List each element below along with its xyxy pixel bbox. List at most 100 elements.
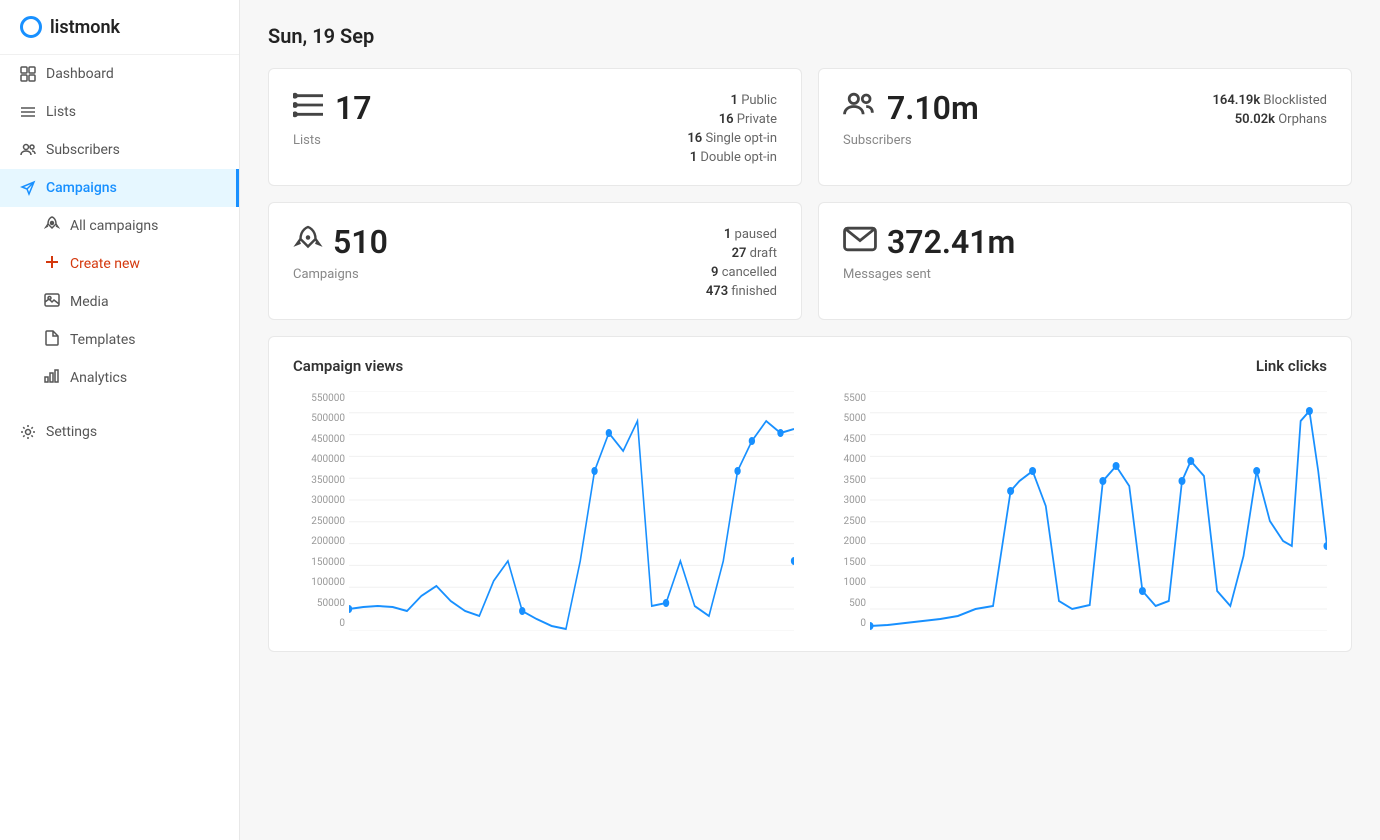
lists-stat-label: Lists: [293, 133, 372, 148]
link-clicks-chart: 5500 5000 4500 4000 3500 3000 2500 2000 …: [826, 391, 1327, 631]
bar-chart-icon: [44, 368, 60, 388]
sidebar-sub-item-media-label: Media: [70, 294, 109, 310]
logo-icon: [20, 16, 42, 38]
campaigns-stat-label: Campaigns: [293, 267, 388, 282]
lists-stat-details: 1 Public 16 Private 16 Single opt-in 1 D…: [687, 89, 777, 165]
lists-stat-value: 17: [335, 89, 372, 127]
campaigns-detail-3: 473 finished: [706, 284, 777, 299]
subscribers-stat-card: 7.10m Subscribers 164.19k Blocklisted 50…: [818, 68, 1352, 186]
sidebar-sub-item-templates[interactable]: Templates: [0, 321, 239, 359]
campaigns-stat-card: 510 Campaigns 1 paused 27 draft 9 cancel…: [268, 202, 802, 320]
charts-grid: 550000 500000 450000 400000 350000 30000…: [293, 391, 1327, 631]
subscribers-detail-1: 50.02k Orphans: [1212, 112, 1327, 127]
lists-detail-1: 16 Private: [687, 112, 777, 127]
clicks-y-0: 0: [826, 618, 866, 629]
clicks-y-4000: 4000: [826, 454, 866, 465]
sidebar-sub-item-media[interactable]: Media: [0, 283, 239, 321]
file-icon: [44, 330, 60, 350]
main-content: Sun, 19 Sep 17: [240, 0, 1380, 840]
clicks-y-5000: 5000: [826, 413, 866, 424]
sidebar-item-settings-label: Settings: [46, 424, 97, 440]
send-icon: [20, 180, 36, 196]
clicks-y-1000: 1000: [826, 577, 866, 588]
campaign-views-title: Campaign views: [293, 357, 403, 375]
campaigns-detail-0: 1 paused: [706, 227, 777, 242]
subscribers-stat-label: Subscribers: [843, 133, 979, 148]
subscribers-stat-value: 7.10m: [887, 89, 979, 127]
clicks-y-1500: 1500: [826, 557, 866, 568]
campaigns-stat-value: 510: [333, 223, 388, 261]
sidebar-item-settings[interactable]: Settings: [0, 413, 239, 451]
sidebar: listmonk Dashboard: [0, 0, 240, 840]
gear-icon: [20, 424, 36, 440]
sidebar-item-lists-label: Lists: [46, 104, 76, 120]
lists-detail-0: 1 Public: [687, 93, 777, 108]
views-y-300000: 300000: [293, 495, 345, 506]
messages-stat-label: Messages sent: [843, 267, 1015, 282]
sidebar-item-dashboard[interactable]: Dashboard: [0, 55, 239, 93]
subscribers-stat-details: 164.19k Blocklisted 50.02k Orphans: [1212, 89, 1327, 127]
sidebar-sub-item-analytics[interactable]: Analytics: [0, 359, 239, 397]
sidebar-sub-item-analytics-label: Analytics: [70, 370, 127, 386]
clicks-y-4500: 4500: [826, 434, 866, 445]
lists-stat-card: 17 Lists 1 Public 16 Private 16 Single o…: [268, 68, 802, 186]
list-icon: [20, 104, 36, 120]
messages-stat-main: 372.41m Messages sent: [843, 223, 1015, 282]
sidebar-sub-item-create-new-label: Create new: [70, 256, 140, 272]
messages-stat-card: 372.41m Messages sent: [818, 202, 1352, 320]
nav-item-wrapper-subscribers: Subscribers: [0, 131, 239, 169]
campaigns-stat-details: 1 paused 27 draft 9 cancelled 473 finish…: [706, 223, 777, 299]
clicks-y-500: 500: [826, 598, 866, 609]
views-y-50000: 50000: [293, 598, 345, 609]
nav-item-wrapper-dashboard: Dashboard: [0, 55, 239, 93]
lists-stat-main: 17 Lists: [293, 89, 372, 148]
sidebar-item-subscribers[interactable]: Subscribers: [0, 131, 239, 169]
brand-name: listmonk: [50, 17, 120, 38]
sidebar-sub-item-all-campaigns-label: All campaigns: [70, 218, 158, 234]
subscribers-stat-icon: [843, 91, 877, 126]
campaigns-detail-2: 9 cancelled: [706, 265, 777, 280]
stats-row-1: 17 Lists 1 Public 16 Private 16 Single o…: [268, 68, 1352, 186]
image-icon: [44, 292, 60, 312]
views-line-chart: [349, 391, 794, 631]
clicks-y-5500: 5500: [826, 393, 866, 404]
grid-icon: [20, 66, 36, 82]
clicks-y-2500: 2500: [826, 516, 866, 527]
lists-detail-3: 1 Double opt-in: [687, 150, 777, 165]
views-y-500000: 500000: [293, 413, 345, 424]
users-icon: [20, 142, 36, 158]
page-date: Sun, 19 Sep: [268, 24, 1352, 48]
rocket-icon: [44, 216, 60, 236]
lists-detail-2: 16 Single opt-in: [687, 131, 777, 146]
nav-item-wrapper-lists: Lists: [0, 93, 239, 131]
campaign-views-chart: 550000 500000 450000 400000 350000 30000…: [293, 391, 794, 631]
campaigns-stat-main: 510 Campaigns: [293, 223, 388, 282]
link-clicks-title: Link clicks: [1256, 357, 1327, 375]
sidebar-sub-item-all-campaigns[interactable]: All campaigns: [0, 207, 239, 245]
chart-header: Campaign views Link clicks: [293, 357, 1327, 375]
views-y-400000: 400000: [293, 454, 345, 465]
sidebar-item-subscribers-label: Subscribers: [46, 142, 120, 158]
charts-section: Campaign views Link clicks 550000 500000…: [268, 336, 1352, 652]
subscribers-stat-main: 7.10m Subscribers: [843, 89, 979, 148]
sidebar-item-campaigns-label: Campaigns: [46, 180, 117, 196]
views-y-200000: 200000: [293, 536, 345, 547]
sidebar-item-lists[interactable]: Lists: [0, 93, 239, 131]
logo[interactable]: listmonk: [0, 0, 239, 55]
sidebar-sub-item-create-new[interactable]: Create new: [0, 245, 239, 283]
campaigns-detail-1: 27 draft: [706, 246, 777, 261]
stats-row-2: 510 Campaigns 1 paused 27 draft 9 cancel…: [268, 202, 1352, 320]
sidebar-item-campaigns[interactable]: Campaigns: [0, 169, 239, 207]
views-y-250000: 250000: [293, 516, 345, 527]
clicks-y-3000: 3000: [826, 495, 866, 506]
views-y-450000: 450000: [293, 434, 345, 445]
clicks-y-3500: 3500: [826, 475, 866, 486]
sidebar-item-dashboard-label: Dashboard: [46, 66, 114, 82]
views-y-550000: 550000: [293, 393, 345, 404]
sidebar-sub-item-templates-label: Templates: [70, 332, 136, 348]
views-y-150000: 150000: [293, 557, 345, 568]
clicks-y-2000: 2000: [826, 536, 866, 547]
plus-icon: [44, 254, 60, 274]
views-y-350000: 350000: [293, 475, 345, 486]
messages-stat-value: 372.41m: [887, 223, 1015, 261]
